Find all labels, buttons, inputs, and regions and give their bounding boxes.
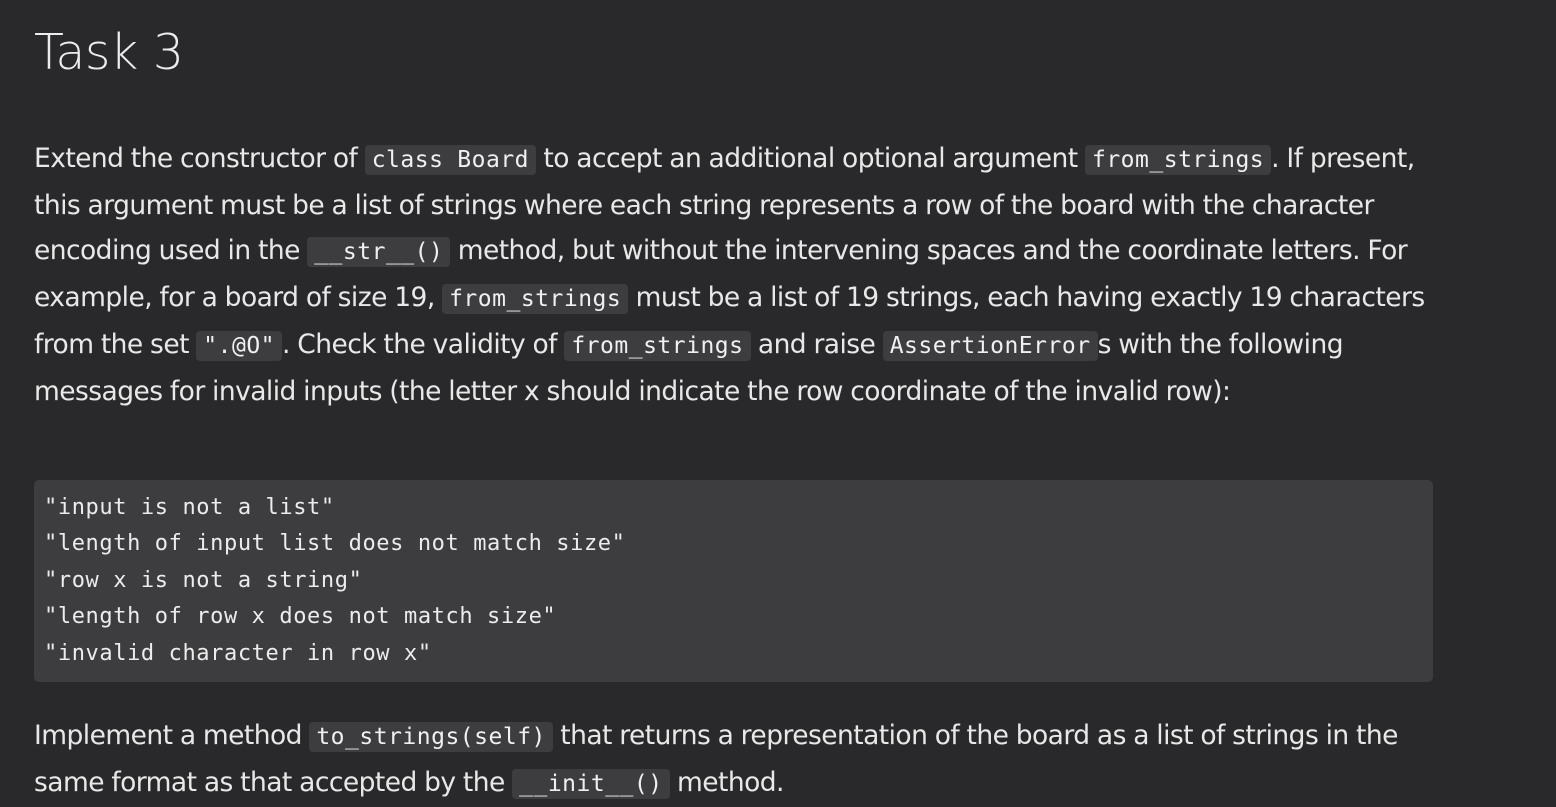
inline-code-to-strings: to_strings(self) [309,722,553,752]
text-span: Extend the constructor of [34,143,365,174]
page-title: Task 3 [34,24,184,81]
error-messages-code-block: "input is not a list" "length of input l… [34,480,1433,682]
text-span: to accept an additional optional argumen… [536,143,1085,174]
inline-code-assertion-error: AssertionError [882,331,1098,361]
text-span: and raise [750,329,883,360]
text-span: method. [669,767,784,798]
inline-code-from-strings: from_strings [564,331,751,361]
to-strings-paragraph: Implement a method to_strings(self) that… [34,713,1444,807]
code-line: "row x is not a string" [44,567,363,593]
code-line: "length of row x does not match size" [44,604,557,630]
text-span: . Check the validity of [282,329,565,360]
inline-code-from-strings: from_strings [1084,145,1272,175]
code-line: "input is not a list" [44,495,335,520]
inline-code-class-board: class Board [364,145,537,175]
inline-code-from-strings: from_strings [442,284,629,314]
task-description-paragraph: Extend the constructor of class Board to… [34,136,1444,414]
inline-code-charset: ".@O" [196,331,283,361]
inline-code-init-method: __init__() [512,769,670,799]
inline-code-str-method: __str__() [307,237,451,267]
code-line: "invalid character in row x" [44,640,432,666]
code-line: "length of input list does not match siz… [44,531,626,557]
text-span: Implement a method [34,720,310,751]
